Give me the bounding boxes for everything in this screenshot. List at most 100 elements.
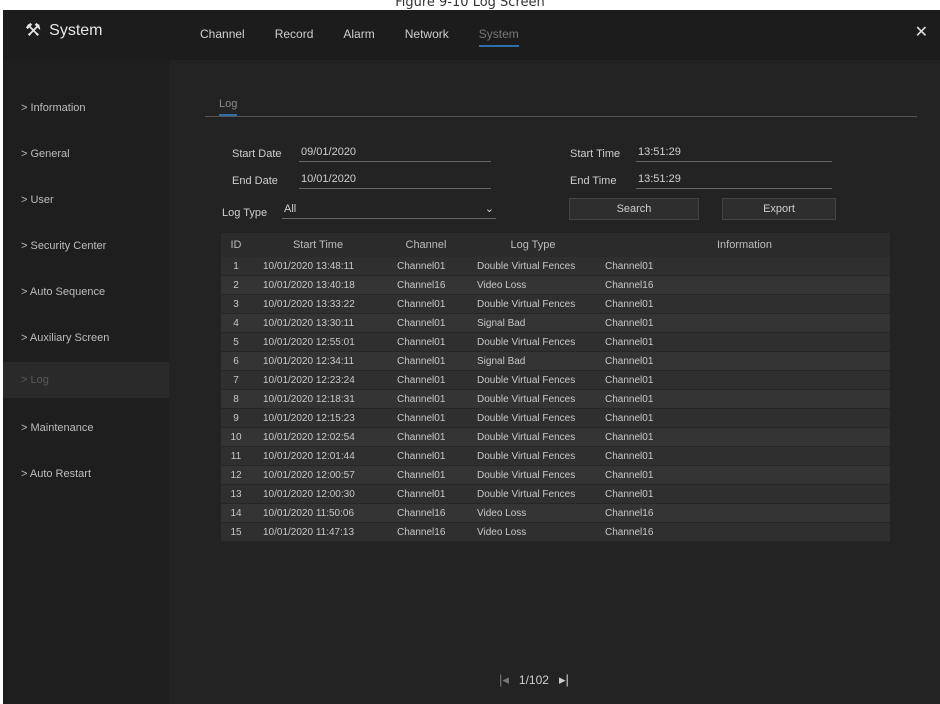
table-row[interactable]: 10 10/01/2020 12:02:54 Channel01 Double Vir…: [221, 428, 890, 447]
cell-start-time: 10/01/2020 13:40:18: [263, 280, 355, 291]
cell-channel: Channel16: [397, 527, 446, 538]
start-date-field[interactable]: [299, 142, 491, 162]
end-date-field[interactable]: [299, 169, 491, 189]
cell-information: Channel01: [605, 432, 654, 443]
table-body: 1 10/01/2020 13:48:11 Channel01 Double Virt…: [221, 257, 890, 542]
tab-record[interactable]: Record: [275, 27, 314, 47]
sidebar-item-auto-restart[interactable]: > Auto Restart: [3, 456, 169, 492]
cell-log-type: Double Virtual Fences: [477, 394, 576, 405]
search-button[interactable]: Search: [569, 198, 699, 220]
table-row[interactable]: 9 10/01/2020 12:15:23 Channel01 Double Virt…: [221, 409, 890, 428]
log-table: ID Start Time Channel Log Type Informati…: [221, 233, 890, 542]
tab-channel[interactable]: Channel: [200, 27, 245, 47]
cell-log-type: Video Loss: [477, 508, 527, 519]
cell-log-type: Double Virtual Fences: [477, 470, 576, 481]
cell-id: 5: [233, 337, 239, 348]
tab-system[interactable]: System: [478, 27, 519, 47]
cell-id: 7: [233, 375, 239, 386]
prev-page-icon[interactable]: |◂: [499, 672, 509, 688]
cell-log-type: Video Loss: [477, 280, 527, 291]
sidebar-item-general[interactable]: > General: [3, 136, 169, 172]
table-row[interactable]: 2 10/01/2020 13:40:18 Channel16 Video Loss C…: [221, 276, 890, 295]
sidebar-item-information[interactable]: > Information: [3, 90, 169, 126]
cell-information: Channel01: [605, 261, 654, 272]
end-time-field[interactable]: [636, 169, 832, 189]
col-log-type: Log Type: [510, 239, 556, 251]
tab-alarm[interactable]: Alarm: [343, 27, 374, 47]
sidebar: > Information > General > User > Securit…: [3, 60, 169, 704]
tab-network[interactable]: Network: [405, 27, 449, 47]
top-bar: ⚒ System Channel Record Alarm Network Sy…: [3, 10, 940, 60]
cell-information: Channel01: [605, 356, 654, 367]
cell-log-type: Double Virtual Fences: [477, 375, 576, 386]
cell-channel: Channel01: [397, 451, 446, 462]
cell-start-time: 10/01/2020 12:00:30: [263, 489, 355, 500]
cell-channel: Channel01: [397, 337, 446, 348]
cell-id: 2: [233, 280, 239, 291]
last-page-icon[interactable]: ▸|: [559, 672, 569, 688]
brand-title: System: [49, 21, 103, 39]
figure-caption: Figure 9-10 Log Screen: [395, 0, 545, 10]
cell-start-time: 10/01/2020 11:50:06: [263, 508, 355, 519]
system-window: ⚒ System Channel Record Alarm Network Sy…: [3, 10, 940, 704]
cell-channel: Channel01: [397, 432, 446, 443]
sidebar-item-user[interactable]: > User: [3, 182, 169, 218]
export-button[interactable]: Export: [722, 198, 836, 220]
cell-information: Channel01: [605, 375, 654, 386]
sidebar-item-maintenance[interactable]: > Maintenance: [3, 410, 169, 446]
cell-id: 3: [233, 299, 239, 310]
cell-start-time: 10/01/2020 12:23:24: [263, 375, 355, 386]
table-row[interactable]: 3 10/01/2020 13:33:22 Channel01 Double Virt…: [221, 295, 890, 314]
cell-start-time: 10/01/2020 11:47:13: [263, 527, 355, 538]
table-row[interactable]: 15 10/01/2020 11:47:13 Channel16 Video Loss…: [221, 523, 890, 542]
cell-log-type: Signal Bad: [477, 356, 526, 367]
table-row[interactable]: 6 10/01/2020 12:34:11 Channel01 Signal Bad C…: [221, 352, 890, 371]
cell-start-time: 10/01/2020 12:01:44: [263, 451, 355, 462]
main-tabs: Channel Record Alarm Network System: [200, 27, 549, 47]
subtab-divider: [205, 116, 917, 117]
cell-information: Channel01: [605, 470, 654, 481]
table-row[interactable]: 4 10/01/2020 13:30:11 Channel01 Signal Bad C…: [221, 314, 890, 333]
cell-information: Channel16: [605, 508, 654, 519]
table-row[interactable]: 12 10/01/2020 12:00:57 Channel01 Double Vir…: [221, 466, 890, 485]
cell-channel: Channel01: [397, 261, 446, 272]
cell-channel: Channel01: [397, 470, 446, 481]
table-row[interactable]: 1 10/01/2020 13:48:11 Channel01 Double Virt…: [221, 257, 890, 276]
cell-log-type: Double Virtual Fences: [477, 299, 576, 310]
col-channel: Channel: [405, 239, 447, 251]
cell-start-time: 10/01/2020 12:15:23: [263, 413, 355, 424]
cell-id: 13: [230, 489, 242, 500]
start-date-label: Start Date: [232, 148, 282, 160]
cell-channel: Channel01: [397, 489, 446, 500]
subtab-log[interactable]: Log: [219, 98, 238, 116]
table-row[interactable]: 14 10/01/2020 11:50:06 Channel16 Video Loss…: [221, 504, 890, 523]
cell-log-type: Video Loss: [477, 527, 527, 538]
cell-id: 8: [233, 394, 239, 405]
cell-log-type: Double Virtual Fences: [477, 337, 576, 348]
log-type-select[interactable]: All ⌄: [282, 199, 496, 219]
cell-id: 14: [230, 508, 242, 519]
sidebar-item-auxiliary-screen[interactable]: > Auxiliary Screen: [3, 320, 169, 356]
page-indicator: 1/102: [518, 673, 549, 687]
cell-channel: Channel01: [397, 394, 446, 405]
table-row[interactable]: 5 10/01/2020 12:55:01 Channel01 Double Virt…: [221, 333, 890, 352]
cell-start-time: 10/01/2020 13:33:22: [263, 299, 355, 310]
table-row[interactable]: 13 10/01/2020 12:00:30 Channel01 Double Vir…: [221, 485, 890, 504]
cell-start-time: 10/01/2020 12:02:54: [263, 432, 355, 443]
cell-start-time: 10/01/2020 12:34:11: [263, 356, 355, 367]
start-time-field[interactable]: [636, 142, 832, 162]
close-icon[interactable]: ✕: [915, 22, 928, 42]
sidebar-item-log[interactable]: > Log: [3, 362, 169, 398]
table-row[interactable]: 8 10/01/2020 12:18:31 Channel01 Double Virt…: [221, 390, 890, 409]
cell-channel: Channel01: [397, 318, 446, 329]
cell-information: Channel01: [605, 451, 654, 462]
log-type-label: Log Type: [222, 207, 268, 219]
table-row[interactable]: 7 10/01/2020 12:23:24 Channel01 Double Virt…: [221, 371, 890, 390]
table-row[interactable]: 11 10/01/2020 12:01:44 Channel01 Double Vir…: [221, 447, 890, 466]
cell-log-type: Signal Bad: [477, 318, 526, 329]
sidebar-item-auto-sequence[interactable]: > Auto Sequence: [3, 274, 169, 310]
sidebar-item-security-center[interactable]: > Security Center: [3, 228, 169, 264]
cell-information: Channel16: [605, 280, 654, 291]
cell-channel: Channel01: [397, 356, 446, 367]
cell-start-time: 10/01/2020 13:48:11: [263, 261, 355, 272]
